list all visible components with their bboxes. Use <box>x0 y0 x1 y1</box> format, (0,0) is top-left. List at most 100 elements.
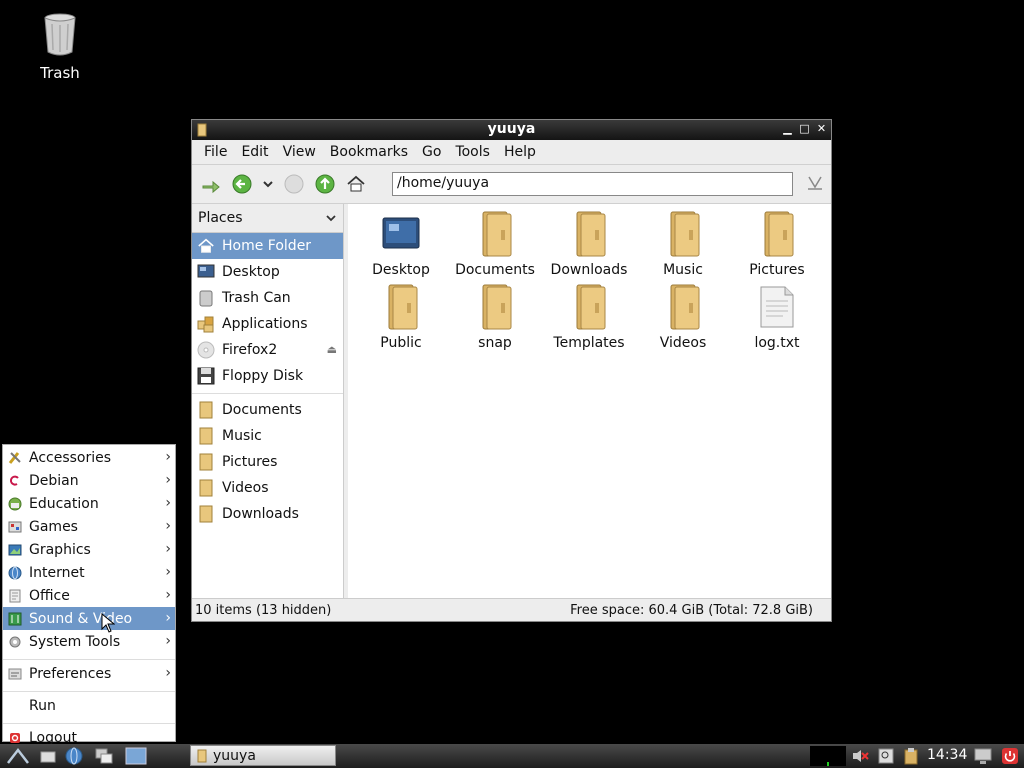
places-header[interactable]: Places <box>192 204 343 233</box>
go-location-icon[interactable] <box>805 173 825 193</box>
menu-item-office[interactable]: Office › <box>3 584 175 607</box>
menu-item-label: Education <box>29 495 99 512</box>
sidebar-item-trash-can[interactable]: Trash Can <box>192 285 343 311</box>
menu-item-education[interactable]: Education › <box>3 492 175 515</box>
sidebar-item-label: Documents <box>222 402 302 418</box>
logout-icon <box>10 732 20 743</box>
clipboard-icon[interactable] <box>900 746 922 766</box>
show-desktop-button[interactable] <box>122 746 150 766</box>
education-icon <box>8 497 22 510</box>
logout-button[interactable] <box>998 746 1022 766</box>
menu-item-system-tools[interactable]: System Tools › <box>3 630 175 653</box>
sidebar-bookmark-pictures[interactable]: Pictures <box>192 449 343 475</box>
file-item-downloads[interactable]: Downloads <box>542 210 636 283</box>
menu-edit[interactable]: Edit <box>234 144 275 160</box>
minimize-button[interactable]: ▁ <box>782 122 793 136</box>
mouse-pointer-icon <box>101 613 115 633</box>
menu-go[interactable]: Go <box>415 144 448 160</box>
trash-can-icon <box>199 290 213 307</box>
maximize-button[interactable]: □ <box>799 122 810 136</box>
menu-tools[interactable]: Tools <box>448 144 497 160</box>
graphics-icon <box>8 544 22 555</box>
history-dropdown[interactable] <box>260 171 276 197</box>
new-tab-icon <box>202 180 220 194</box>
forward-arrow-icon <box>284 174 304 194</box>
menu-help[interactable]: Help <box>497 144 543 160</box>
file-item-log-txt[interactable]: log.txt <box>730 283 824 356</box>
menu-item-sound-video[interactable]: Sound & Video › <box>3 607 175 630</box>
menu-item-run[interactable]: Run <box>3 694 175 717</box>
desktop-trash-icon[interactable]: Trash <box>28 12 92 82</box>
file-item-music[interactable]: Music <box>636 210 730 283</box>
folder-icon <box>199 479 213 497</box>
folder-icon <box>388 284 418 330</box>
sidebar-bookmark-videos[interactable]: Videos <box>192 475 343 501</box>
start-menu-button[interactable] <box>4 746 34 766</box>
window-switcher-button[interactable] <box>92 746 116 766</box>
sidebar-item-floppy-disk[interactable]: Floppy Disk <box>192 363 343 389</box>
menu-item-debian[interactable]: Debian › <box>3 469 175 492</box>
menu-bookmarks[interactable]: Bookmarks <box>323 144 415 160</box>
menu-item-label: System Tools <box>29 633 121 650</box>
sidebar-item-label: Trash Can <box>222 290 291 306</box>
back-button[interactable] <box>229 171 255 197</box>
chevron-down-icon <box>263 181 273 188</box>
menu-separator <box>3 655 175 660</box>
sidebar-item-label: Applications <box>222 316 308 332</box>
menu-file[interactable]: File <box>197 144 234 160</box>
menu-item-label: Internet <box>29 564 85 581</box>
file-item-videos[interactable]: Videos <box>636 283 730 356</box>
lock-screen-button[interactable] <box>972 746 994 766</box>
file-item-snap[interactable]: snap <box>448 283 542 356</box>
eject-icon[interactable]: ⏏ <box>327 343 337 356</box>
file-item-documents[interactable]: Documents <box>448 210 542 283</box>
system-tools-icon <box>9 636 21 647</box>
sidebar-item-home-folder[interactable]: Home Folder <box>192 233 343 259</box>
menu-item-games[interactable]: Games › <box>3 515 175 538</box>
taskbar-window-button[interactable]: yuuya <box>190 745 336 766</box>
file-item-templates[interactable]: Templates <box>542 283 636 356</box>
sidebar-item-desktop[interactable]: Desktop <box>192 259 343 285</box>
window-titlebar[interactable]: yuuya ▁ □ ✕ <box>192 120 831 140</box>
sidebar-item-label: Downloads <box>222 506 299 522</box>
sidebar-item-applications[interactable]: Applications <box>192 311 343 337</box>
forward-button[interactable] <box>281 171 307 197</box>
menu-item-accessories[interactable]: Accessories › <box>3 446 175 469</box>
sidebar-bookmark-music[interactable]: Music <box>192 423 343 449</box>
chevron-right-icon: › <box>165 472 171 488</box>
folder-icon <box>670 211 700 257</box>
sidebar-bookmark-documents[interactable]: Documents <box>192 397 343 423</box>
up-button[interactable] <box>312 171 338 197</box>
menu-item-graphics[interactable]: Graphics › <box>3 538 175 561</box>
file-item-desktop[interactable]: Desktop <box>354 210 448 283</box>
file-label: log.txt <box>754 335 800 351</box>
folder-app-icon <box>197 749 207 762</box>
chevron-right-icon: › <box>165 518 171 534</box>
file-item-pictures[interactable]: Pictures <box>730 210 824 283</box>
menu-item-preferences[interactable]: Preferences › <box>3 662 175 685</box>
desktop-icon <box>125 747 147 765</box>
launch-file-manager-button[interactable] <box>38 746 58 766</box>
close-button[interactable]: ✕ <box>816 122 827 136</box>
globe-icon <box>8 566 22 579</box>
sidebar-item-label: Videos <box>222 480 269 496</box>
lxde-logo-icon <box>7 747 29 764</box>
places-label: Places <box>198 210 243 226</box>
new-tab-button[interactable] <box>198 171 224 197</box>
menu-view[interactable]: View <box>276 144 323 160</box>
home-button[interactable] <box>343 171 369 197</box>
sidebar-item-firefox2[interactable]: Firefox2 ⏏ <box>192 337 343 363</box>
chevron-right-icon: › <box>165 495 171 511</box>
file-view: Desktop Documents Downloads Music Pictur… <box>348 204 831 599</box>
launch-browser-button[interactable] <box>62 746 86 766</box>
taskbar: yuuya 14:34 <box>0 744 1024 768</box>
menu-item-label: Run <box>29 697 56 714</box>
taskbar-clock[interactable]: 14:34 <box>927 747 967 763</box>
network-icon[interactable] <box>876 746 896 766</box>
location-input[interactable]: /home/yuuya <box>392 172 793 196</box>
file-item-public[interactable]: Public <box>354 283 448 356</box>
volume-muted-icon[interactable] <box>850 746 870 766</box>
sidebar-bookmark-downloads[interactable]: Downloads <box>192 501 343 527</box>
chevron-down-icon <box>326 215 336 222</box>
menu-item-internet[interactable]: Internet › <box>3 561 175 584</box>
